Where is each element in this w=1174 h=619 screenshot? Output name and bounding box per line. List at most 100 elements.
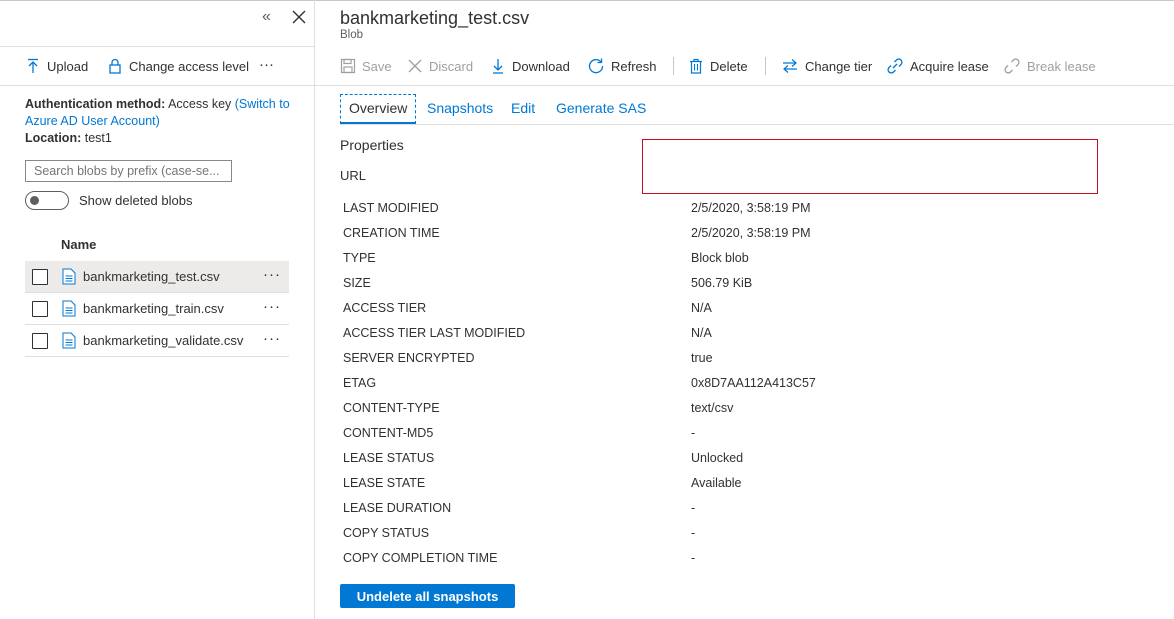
auth-info: Authentication method: Access key (Switc… — [25, 96, 300, 147]
property-value: Unlocked — [691, 451, 744, 465]
file-icon — [62, 332, 76, 349]
change-access-level-label: Change access level — [129, 58, 249, 74]
property-row: COPY COMPLETION TIME - — [343, 550, 1143, 575]
list-item[interactable]: bankmarketing_validate.csv ··· — [25, 325, 289, 357]
property-key: CONTENT-TYPE — [343, 401, 440, 415]
property-row: ACCESS TIER N/A — [343, 300, 1143, 325]
row-more-button[interactable]: ··· — [263, 330, 281, 347]
upload-icon — [28, 58, 38, 73]
property-key: CREATION TIME — [343, 226, 440, 240]
property-row: CREATION TIME 2/5/2020, 3:58:19 PM — [343, 225, 1143, 250]
swap-arrows-icon — [783, 59, 797, 73]
discard-icon — [408, 59, 422, 73]
property-key: ETAG — [343, 376, 377, 390]
delete-button[interactable]: Delete — [688, 55, 748, 77]
property-row: TYPE Block blob — [343, 250, 1143, 275]
refresh-icon — [588, 58, 604, 74]
tab-edit[interactable]: Edit — [511, 94, 535, 122]
left-toolbar: Upload Change access level ··· — [0, 47, 314, 86]
more-icon: ··· — [259, 55, 274, 73]
change-tier-label: Change tier — [805, 58, 873, 74]
property-key: CONTENT-MD5 — [343, 426, 434, 440]
upload-button[interactable]: Upload — [25, 55, 88, 77]
property-value: N/A — [691, 301, 712, 315]
row-checkbox[interactable] — [32, 300, 48, 317]
acquire-lease-label: Acquire lease — [910, 58, 989, 74]
row-more-button[interactable]: ··· — [263, 266, 281, 283]
row-checkbox[interactable] — [32, 268, 48, 285]
undelete-snapshots-button[interactable]: Undelete all snapshots — [340, 584, 515, 608]
property-row: COPY STATUS - — [343, 525, 1143, 550]
property-value: - — [691, 426, 696, 440]
property-key: ACCESS TIER — [343, 301, 427, 315]
property-key: COPY STATUS — [343, 526, 430, 540]
url-redaction-box — [642, 139, 1098, 194]
collapse-panel-button[interactable]: « — [262, 8, 271, 26]
property-value: 2/5/2020, 3:58:19 PM — [691, 226, 811, 240]
blob-details-panel: bankmarketing_test.csv Blob Save Discard… — [315, 0, 1174, 619]
properties-title: Properties — [340, 137, 404, 153]
list-item[interactable]: bankmarketing_train.csv ··· — [25, 293, 289, 325]
property-row: LAST MODIFIED 2/5/2020, 3:58:19 PM — [343, 200, 1143, 225]
properties-list: LAST MODIFIED 2/5/2020, 3:58:19 PM CREATIO… — [343, 200, 1143, 575]
auth-method-value: Access key — [168, 97, 232, 111]
file-icon — [62, 268, 76, 285]
discard-button[interactable]: Discard — [407, 55, 473, 77]
delete-label: Delete — [710, 58, 748, 74]
property-row: SIZE 506.79 KiB — [343, 275, 1143, 300]
show-deleted-toggle[interactable] — [25, 191, 69, 210]
property-key: LAST MODIFIED — [343, 201, 439, 215]
save-label: Save — [362, 58, 392, 74]
property-value: text/csv — [691, 401, 734, 415]
page-title: bankmarketing_test.csv — [340, 8, 530, 28]
name-column-header[interactable]: Name — [61, 237, 96, 252]
property-key: COPY COMPLETION TIME — [343, 551, 498, 565]
property-key: LEASE STATUS — [343, 451, 435, 465]
download-icon — [493, 59, 503, 74]
tab-overview[interactable]: Overview — [340, 94, 417, 124]
property-row: SERVER ENCRYPTED true — [343, 350, 1143, 375]
refresh-button[interactable]: Refresh — [587, 55, 657, 77]
change-access-level-button[interactable]: Change access level — [107, 55, 249, 77]
trash-icon — [690, 58, 702, 74]
save-button[interactable]: Save — [340, 55, 392, 77]
acquire-lease-button[interactable]: Acquire lease — [886, 55, 989, 77]
blob-list-panel: « Upload Change access level ··· Authent… — [0, 0, 315, 619]
tab-snapshots[interactable]: Snapshots — [427, 94, 493, 122]
auth-method-label: Authentication method: — [25, 97, 166, 111]
tab-generate-sas[interactable]: Generate SAS — [556, 94, 646, 122]
more-actions-button[interactable]: ··· — [259, 53, 274, 75]
file-icon — [62, 300, 76, 317]
property-value: 0x8D7AA112A413C57 — [691, 376, 816, 390]
download-button[interactable]: Download — [490, 55, 570, 77]
row-more-button[interactable]: ··· — [263, 298, 281, 315]
discard-label: Discard — [429, 58, 474, 74]
blob-list: bankmarketing_test.csv ··· bankmarketing… — [25, 261, 289, 357]
search-blobs-input[interactable] — [25, 160, 232, 182]
toggle-knob — [30, 196, 39, 205]
close-icon[interactable] — [290, 8, 308, 26]
list-item[interactable]: bankmarketing_test.csv ··· — [25, 261, 289, 293]
file-name: bankmarketing_train.csv — [83, 301, 224, 316]
broken-link-icon — [1004, 58, 1020, 74]
tabs-divider — [340, 124, 1174, 125]
show-deleted-label: Show deleted blobs — [79, 193, 193, 208]
row-checkbox[interactable] — [32, 332, 48, 349]
property-row: LEASE STATE Available — [343, 475, 1143, 500]
link-icon — [887, 58, 903, 74]
property-value: - — [691, 501, 696, 515]
property-key: ACCESS TIER LAST MODIFIED — [343, 326, 526, 340]
property-row: LEASE STATUS Unlocked — [343, 450, 1143, 475]
location-label: Location: — [25, 131, 82, 145]
property-value: Available — [691, 476, 742, 490]
property-value: N/A — [691, 326, 712, 340]
change-tier-button[interactable]: Change tier — [781, 55, 872, 77]
break-lease-button[interactable]: Break lease — [1003, 55, 1096, 77]
left-panel-header: « — [0, 0, 314, 47]
property-key: LEASE DURATION — [343, 501, 452, 515]
property-key: SERVER ENCRYPTED — [343, 351, 475, 365]
property-value: - — [691, 526, 696, 540]
right-toolbar: Save Discard Download Refresh Delete Cha… — [315, 47, 1174, 86]
lock-icon — [109, 58, 121, 74]
toolbar-separator — [673, 57, 674, 75]
